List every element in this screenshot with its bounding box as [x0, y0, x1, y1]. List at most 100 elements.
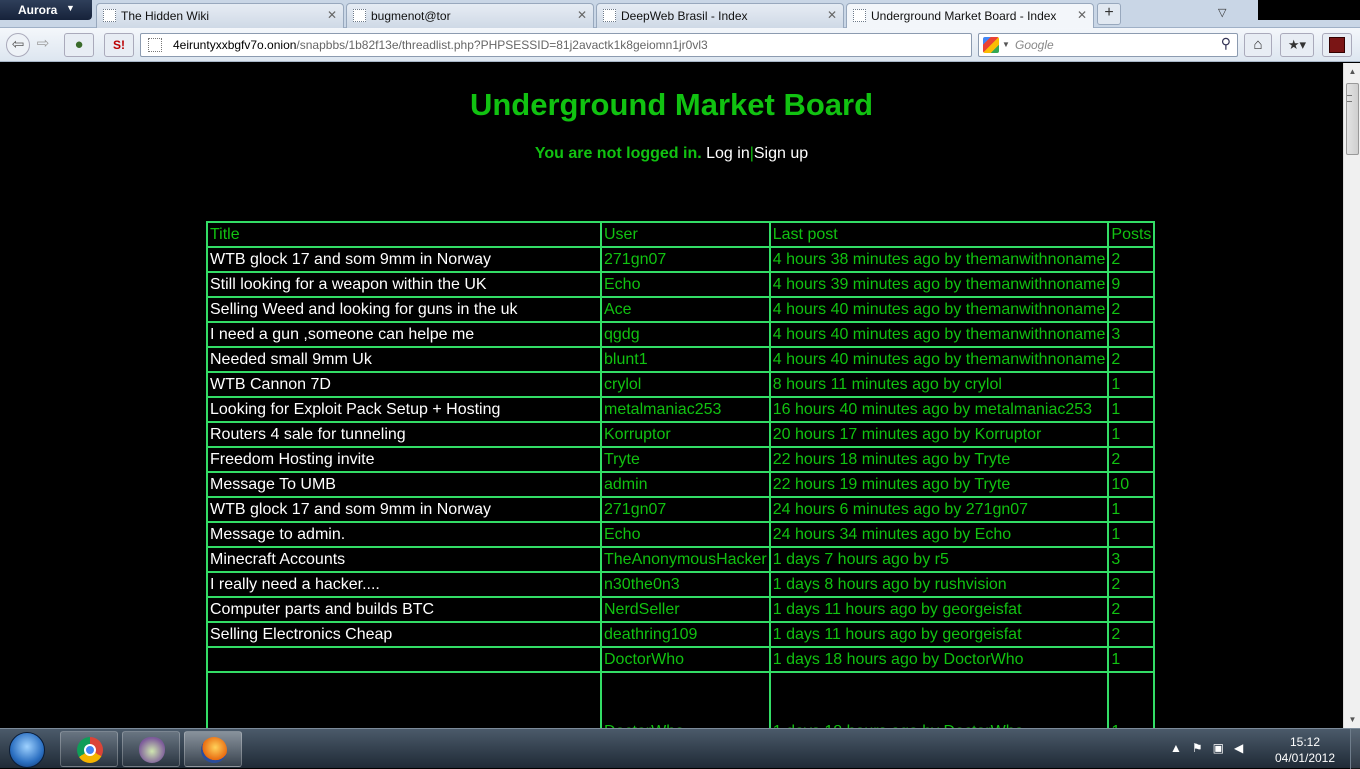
thread-title-link[interactable]: Looking for Exploit Pack Setup + Hosting	[206, 396, 602, 423]
close-icon[interactable]: ✕	[827, 8, 837, 22]
thread-title-link[interactable]: WTB glock 17 and som 9mm in Norway	[206, 496, 602, 523]
thread-user-link[interactable]: n30the0n3	[600, 571, 771, 598]
taskbar-firefox[interactable]	[184, 731, 242, 767]
thread-user-link[interactable]: Korruptor	[600, 421, 771, 448]
site-identity-icon[interactable]	[148, 38, 162, 52]
thread-user-link[interactable]: TheAnonymousHacker	[600, 546, 771, 573]
vertical-scrollbar[interactable]: ▲ ▼	[1343, 63, 1360, 728]
thread-user-link[interactable]: deathring109	[600, 621, 771, 648]
forward-button[interactable]: ⇨	[32, 33, 54, 57]
thread-title-link[interactable]: WTB glock 17 and som 9mm in Norway	[206, 246, 602, 273]
thread-title-link[interactable]: WTB Cannon 7D	[206, 371, 602, 398]
search-engine-dropdown-icon[interactable]: ▼	[1002, 40, 1010, 49]
thread-title-link[interactable]: Needed small 9mm Uk	[206, 346, 602, 373]
noscript-button[interactable]: S!	[104, 33, 134, 57]
thread-title-link[interactable]: I really need a hacker....	[206, 571, 602, 598]
network-icon[interactable]: ▣	[1213, 741, 1234, 755]
thread-last-post: 22 hours 19 minutes ago by Tryte	[768, 471, 1110, 498]
torbutton-button[interactable]: ●	[64, 33, 94, 57]
table-row[interactable]: Looking for Exploit Pack Setup + Hosting…	[206, 396, 1156, 423]
signup-link[interactable]: Sign up	[754, 145, 808, 162]
table-row[interactable]: Message to admin. Echo 24 hours 34 minutes…	[206, 521, 1156, 548]
table-row[interactable]: Minecraft Accounts TheAnonymousHacker 1 da…	[206, 546, 1156, 573]
start-button[interactable]	[2, 730, 52, 768]
thread-user-link[interactable]: Echo	[600, 271, 771, 298]
taskbar-tor[interactable]	[122, 731, 180, 767]
thread-user-link[interactable]: Ace	[600, 296, 771, 323]
thread-title-link[interactable]	[206, 671, 602, 728]
thread-title-link[interactable]	[206, 646, 602, 673]
search-input[interactable]: Google	[1015, 38, 1054, 52]
taskbar-chrome[interactable]	[60, 731, 118, 767]
search-bar[interactable]: ▼ Google ⚲	[978, 33, 1238, 57]
google-icon[interactable]	[983, 37, 999, 53]
table-row[interactable]: WTB glock 17 and som 9mm in Norway 271gn0…	[206, 496, 1156, 523]
table-row[interactable]: DoctorWho1 days 18 hours ago by DoctorWh…	[206, 671, 1156, 728]
close-icon[interactable]: ✕	[577, 8, 587, 22]
show-desktop-button[interactable]	[1350, 729, 1360, 769]
thread-title-link[interactable]: Still looking for a weapon within the UK	[206, 271, 602, 298]
table-row[interactable]: WTB Cannon 7D crylol 8 hours 11 minutes ag…	[206, 371, 1156, 398]
thread-title-link[interactable]: I need a gun ,someone can helpe me	[206, 321, 602, 348]
table-row[interactable]: Routers 4 sale for tunneling Korruptor 20 …	[206, 421, 1156, 448]
thread-title-link[interactable]: Computer parts and builds BTC	[206, 596, 602, 623]
thread-user-link[interactable]: qgdg	[600, 321, 771, 348]
thread-title-link[interactable]: Routers 4 sale for tunneling	[206, 421, 602, 448]
thread-user-link[interactable]: NerdSeller	[600, 596, 771, 623]
scroll-up-icon[interactable]: ▲	[1344, 63, 1360, 80]
table-row[interactable]: Selling Weed and looking for guns in the…	[206, 296, 1156, 323]
tab-underground-market-board[interactable]: Underground Market Board - Index ✕	[846, 3, 1094, 29]
thread-last-post: 20 hours 17 minutes ago by Korruptor	[768, 421, 1110, 448]
thread-last-post: 1 days 18 hours ago by DoctorWho	[768, 671, 1110, 728]
close-icon[interactable]: ✕	[1077, 8, 1087, 22]
thread-user-link[interactable]: metalmaniac253	[600, 396, 771, 423]
thread-user-link[interactable]: Tryte	[600, 446, 771, 473]
home-button[interactable]: ⌂	[1244, 33, 1272, 57]
thread-title-link[interactable]: Selling Weed and looking for guns in the…	[206, 296, 602, 323]
table-row[interactable]: Selling Electronics Cheap deathring109 1 d…	[206, 621, 1156, 648]
thread-title-link[interactable]: Message to admin.	[206, 521, 602, 548]
arrow-right-icon: ⇨	[36, 35, 50, 52]
new-tab-button[interactable]: +	[1097, 3, 1121, 25]
back-button[interactable]: ⇦	[6, 33, 30, 57]
bookmarks-button[interactable]: ★▾	[1280, 33, 1314, 57]
scroll-down-icon[interactable]: ▼	[1344, 711, 1360, 728]
thread-title-link[interactable]: Selling Electronics Cheap	[206, 621, 602, 648]
tab-list-icon[interactable]: ▽	[1218, 6, 1226, 19]
action-center-flag-icon[interactable]: ⚑	[1192, 741, 1213, 755]
app-menu-button[interactable]: Aurora ▼	[0, 0, 92, 20]
thread-title-link[interactable]: Message To UMB	[206, 471, 602, 498]
thread-user-link[interactable]: 271gn07	[600, 246, 771, 273]
thread-user-link[interactable]: DoctorWho	[600, 646, 771, 673]
tab-bugmenot[interactable]: bugmenot@tor ✕	[346, 3, 594, 28]
tab-deepweb-brasil[interactable]: DeepWeb Brasil - Index ✕	[596, 3, 844, 28]
thread-user-link[interactable]: 271gn07	[600, 496, 771, 523]
table-row[interactable]: WTB glock 17 and som 9mm in Norway 271gn0…	[206, 246, 1156, 273]
url-bar[interactable]: 4eiruntyxxbgfv7o.onion/snapbbs/1b82f13e/…	[140, 33, 972, 57]
volume-muted-icon[interactable]: ◀	[1234, 741, 1253, 755]
show-hidden-icons-icon[interactable]: ▲	[1170, 741, 1192, 755]
login-link[interactable]: Log in	[706, 145, 750, 162]
thread-user-link[interactable]: DoctorWho	[600, 671, 771, 728]
search-icon[interactable]: ⚲	[1221, 35, 1231, 52]
table-row[interactable]: Message To UMB admin 22 hours 19 minutes a…	[206, 471, 1156, 498]
system-tray[interactable]: ▲⚑▣◀	[1170, 741, 1253, 755]
table-row[interactable]: Still looking for a weapon within the UK…	[206, 271, 1156, 298]
table-row[interactable]: Computer parts and builds BTC NerdSeller 1…	[206, 596, 1156, 623]
thread-user-link[interactable]: crylol	[600, 371, 771, 398]
thread-user-link[interactable]: Echo	[600, 521, 771, 548]
thread-user-link[interactable]: blunt1	[600, 346, 771, 373]
tab-hidden-wiki[interactable]: The Hidden Wiki ✕	[96, 3, 344, 28]
table-row[interactable]: I need a gun ,someone can helpe me qgdg 4 …	[206, 321, 1156, 348]
thread-title-link[interactable]: Freedom Hosting invite	[206, 446, 602, 473]
close-icon[interactable]: ✕	[327, 8, 337, 22]
table-row[interactable]: Freedom Hosting invite Tryte 22 hours 18 m…	[206, 446, 1156, 473]
table-row[interactable]: I really need a hacker.... n30the0n3 1 day…	[206, 571, 1156, 598]
thread-user-link[interactable]: admin	[600, 471, 771, 498]
table-row[interactable]: DoctorWho1 days 18 hours ago by DoctorWh…	[206, 646, 1156, 673]
scrollbar-thumb[interactable]	[1346, 83, 1359, 155]
thread-title-link[interactable]: Minecraft Accounts	[206, 546, 602, 573]
addon-button[interactable]	[1322, 33, 1352, 57]
clock[interactable]: 15:12 04/01/2012	[1262, 734, 1348, 766]
table-row[interactable]: Needed small 9mm Uk blunt1 4 hours 40 minu…	[206, 346, 1156, 373]
